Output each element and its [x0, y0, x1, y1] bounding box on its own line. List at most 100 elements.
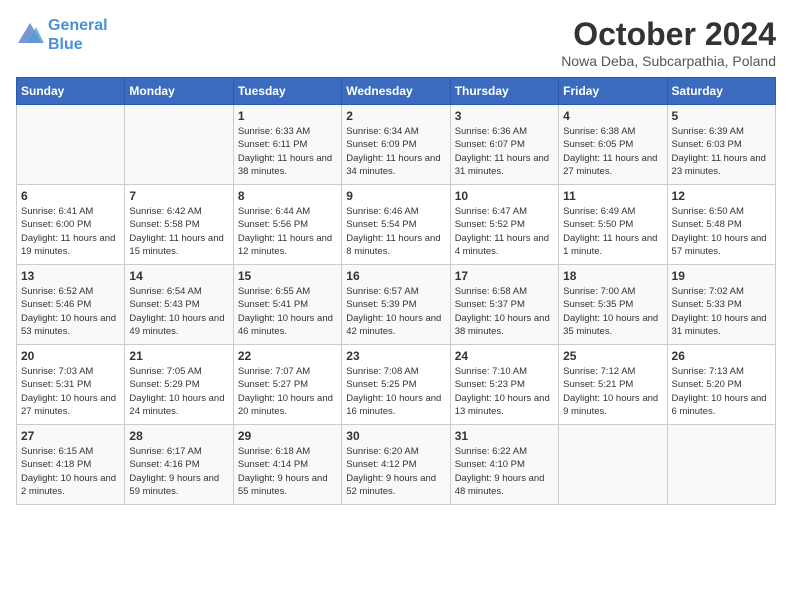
calendar-cell: 24 Sunrise: 7:10 AM Sunset: 5:23 PM Dayli…: [450, 345, 558, 425]
logo-icon: [16, 21, 44, 49]
day-number: 1: [238, 109, 337, 123]
day-info: Sunrise: 6:42 AM Sunset: 5:58 PM Dayligh…: [129, 205, 228, 258]
calendar-cell: 16Sunrise: 6:57 AM Sunset: 5:39 PM Dayli…: [342, 265, 450, 345]
col-header-wednesday: Wednesday: [342, 78, 450, 105]
day-info: Sunrise: 6:52 AM Sunset: 5:46 PM Dayligh…: [21, 285, 120, 338]
calendar-cell: 5 Sunrise: 6:39 AM Sunset: 6:03 PM Daylig…: [667, 105, 775, 185]
calendar-cell: 28 Sunrise: 6:17 AM Sunset: 4:16 PM Dayli…: [125, 425, 233, 505]
day-info: Sunrise: 6:38 AM Sunset: 6:05 PM Dayligh…: [563, 125, 662, 178]
day-number: 26: [672, 349, 771, 363]
day-number: 20: [21, 349, 120, 363]
col-header-sunday: Sunday: [17, 78, 125, 105]
day-info: Sunrise: 6:41 AM Sunset: 6:00 PM Dayligh…: [21, 205, 120, 258]
day-number: 9: [346, 189, 445, 203]
calendar-cell: 22 Sunrise: 7:07 AM Sunset: 5:27 PM Dayli…: [233, 345, 341, 425]
calendar-table: SundayMondayTuesdayWednesdayThursdayFrid…: [16, 77, 776, 505]
day-number: 3: [455, 109, 554, 123]
day-number: 14: [129, 269, 228, 283]
day-number: 27: [21, 429, 120, 443]
day-info: Sunrise: 6:34 AM Sunset: 6:09 PM Dayligh…: [346, 125, 445, 178]
calendar-cell: 23 Sunrise: 7:08 AM Sunset: 5:25 PM Dayli…: [342, 345, 450, 425]
logo-text: General Blue: [48, 16, 108, 54]
day-info: Sunrise: 7:13 AM Sunset: 5:20 PM Dayligh…: [672, 365, 771, 418]
day-number: 29: [238, 429, 337, 443]
calendar-cell: 14 Sunrise: 6:54 AM Sunset: 5:43 PM Dayli…: [125, 265, 233, 345]
calendar-header-row: SundayMondayTuesdayWednesdayThursdayFrid…: [17, 78, 776, 105]
calendar-cell: 29 Sunrise: 6:18 AM Sunset: 4:14 PM Dayli…: [233, 425, 341, 505]
calendar-week-1: 1 Sunrise: 6:33 AM Sunset: 6:11 PM Daylig…: [17, 105, 776, 185]
day-number: 21: [129, 349, 228, 363]
day-info: Sunrise: 6:49 AM Sunset: 5:50 PM Dayligh…: [563, 205, 662, 258]
day-number: 28: [129, 429, 228, 443]
day-number: 8: [238, 189, 337, 203]
day-info: Sunrise: 6:17 AM Sunset: 4:16 PM Dayligh…: [129, 445, 228, 498]
calendar-cell: 8 Sunrise: 6:44 AM Sunset: 5:56 PM Daylig…: [233, 185, 341, 265]
calendar-cell: 17Sunrise: 6:58 AM Sunset: 5:37 PM Dayli…: [450, 265, 558, 345]
calendar-cell: 2Sunrise: 6:34 AM Sunset: 6:09 PM Daylig…: [342, 105, 450, 185]
calendar-cell: 25 Sunrise: 7:12 AM Sunset: 5:21 PM Dayli…: [559, 345, 667, 425]
calendar-cell: 19Sunrise: 7:02 AM Sunset: 5:33 PM Dayli…: [667, 265, 775, 345]
day-info: Sunrise: 6:39 AM Sunset: 6:03 PM Dayligh…: [672, 125, 771, 178]
day-info: Sunrise: 7:12 AM Sunset: 5:21 PM Dayligh…: [563, 365, 662, 418]
day-info: Sunrise: 6:50 AM Sunset: 5:48 PM Dayligh…: [672, 205, 771, 258]
day-info: Sunrise: 7:00 AM Sunset: 5:35 PM Dayligh…: [563, 285, 662, 338]
col-header-monday: Monday: [125, 78, 233, 105]
day-number: 22: [238, 349, 337, 363]
day-number: 5: [672, 109, 771, 123]
day-info: Sunrise: 6:44 AM Sunset: 5:56 PM Dayligh…: [238, 205, 337, 258]
day-number: 31: [455, 429, 554, 443]
calendar-cell: 9 Sunrise: 6:46 AM Sunset: 5:54 PM Daylig…: [342, 185, 450, 265]
day-info: Sunrise: 6:36 AM Sunset: 6:07 PM Dayligh…: [455, 125, 554, 178]
location-subtitle: Nowa Deba, Subcarpathia, Poland: [561, 53, 776, 69]
day-number: 6: [21, 189, 120, 203]
calendar-cell: 4Sunrise: 6:38 AM Sunset: 6:05 PM Daylig…: [559, 105, 667, 185]
day-number: 25: [563, 349, 662, 363]
col-header-thursday: Thursday: [450, 78, 558, 105]
logo: General Blue: [16, 16, 108, 54]
col-header-saturday: Saturday: [667, 78, 775, 105]
day-info: Sunrise: 6:22 AM Sunset: 4:10 PM Dayligh…: [455, 445, 554, 498]
calendar-cell: [667, 425, 775, 505]
calendar-cell: 7 Sunrise: 6:42 AM Sunset: 5:58 PM Daylig…: [125, 185, 233, 265]
day-info: Sunrise: 7:03 AM Sunset: 5:31 PM Dayligh…: [21, 365, 120, 418]
day-info: Sunrise: 6:55 AM Sunset: 5:41 PM Dayligh…: [238, 285, 337, 338]
day-number: 24: [455, 349, 554, 363]
day-number: 23: [346, 349, 445, 363]
logo-general: General: [48, 17, 108, 34]
day-number: 16: [346, 269, 445, 283]
calendar-cell: 13 Sunrise: 6:52 AM Sunset: 5:46 PM Dayli…: [17, 265, 125, 345]
calendar-cell: 30Sunrise: 6:20 AM Sunset: 4:12 PM Dayli…: [342, 425, 450, 505]
calendar-cell: 20 Sunrise: 7:03 AM Sunset: 5:31 PM Dayli…: [17, 345, 125, 425]
calendar-cell: [17, 105, 125, 185]
day-number: 15: [238, 269, 337, 283]
calendar-cell: [559, 425, 667, 505]
calendar-cell: 31 Sunrise: 6:22 AM Sunset: 4:10 PM Dayli…: [450, 425, 558, 505]
calendar-week-3: 13 Sunrise: 6:52 AM Sunset: 5:46 PM Dayli…: [17, 265, 776, 345]
day-info: Sunrise: 6:18 AM Sunset: 4:14 PM Dayligh…: [238, 445, 337, 498]
calendar-cell: 10Sunrise: 6:47 AM Sunset: 5:52 PM Dayli…: [450, 185, 558, 265]
day-info: Sunrise: 6:54 AM Sunset: 5:43 PM Dayligh…: [129, 285, 228, 338]
calendar-cell: 12 Sunrise: 6:50 AM Sunset: 5:48 PM Dayli…: [667, 185, 775, 265]
day-info: Sunrise: 7:10 AM Sunset: 5:23 PM Dayligh…: [455, 365, 554, 418]
month-title: October 2024: [561, 16, 776, 53]
day-info: Sunrise: 6:20 AM Sunset: 4:12 PM Dayligh…: [346, 445, 445, 498]
day-info: Sunrise: 7:08 AM Sunset: 5:25 PM Dayligh…: [346, 365, 445, 418]
day-info: Sunrise: 7:02 AM Sunset: 5:33 PM Dayligh…: [672, 285, 771, 338]
title-block: October 2024 Nowa Deba, Subcarpathia, Po…: [561, 16, 776, 69]
calendar-week-2: 6 Sunrise: 6:41 AM Sunset: 6:00 PM Daylig…: [17, 185, 776, 265]
day-number: 11: [563, 189, 662, 203]
calendar-cell: 1 Sunrise: 6:33 AM Sunset: 6:11 PM Daylig…: [233, 105, 341, 185]
calendar-cell: [125, 105, 233, 185]
day-number: 13: [21, 269, 120, 283]
calendar-cell: 26 Sunrise: 7:13 AM Sunset: 5:20 PM Dayli…: [667, 345, 775, 425]
logo-blue: Blue: [48, 36, 83, 53]
day-info: Sunrise: 7:07 AM Sunset: 5:27 PM Dayligh…: [238, 365, 337, 418]
day-number: 7: [129, 189, 228, 203]
calendar-cell: 3 Sunrise: 6:36 AM Sunset: 6:07 PM Daylig…: [450, 105, 558, 185]
col-header-friday: Friday: [559, 78, 667, 105]
calendar-cell: 18Sunrise: 7:00 AM Sunset: 5:35 PM Dayli…: [559, 265, 667, 345]
calendar-cell: 21Sunrise: 7:05 AM Sunset: 5:29 PM Dayli…: [125, 345, 233, 425]
day-info: Sunrise: 6:46 AM Sunset: 5:54 PM Dayligh…: [346, 205, 445, 258]
day-info: Sunrise: 6:33 AM Sunset: 6:11 PM Dayligh…: [238, 125, 337, 178]
day-number: 12: [672, 189, 771, 203]
